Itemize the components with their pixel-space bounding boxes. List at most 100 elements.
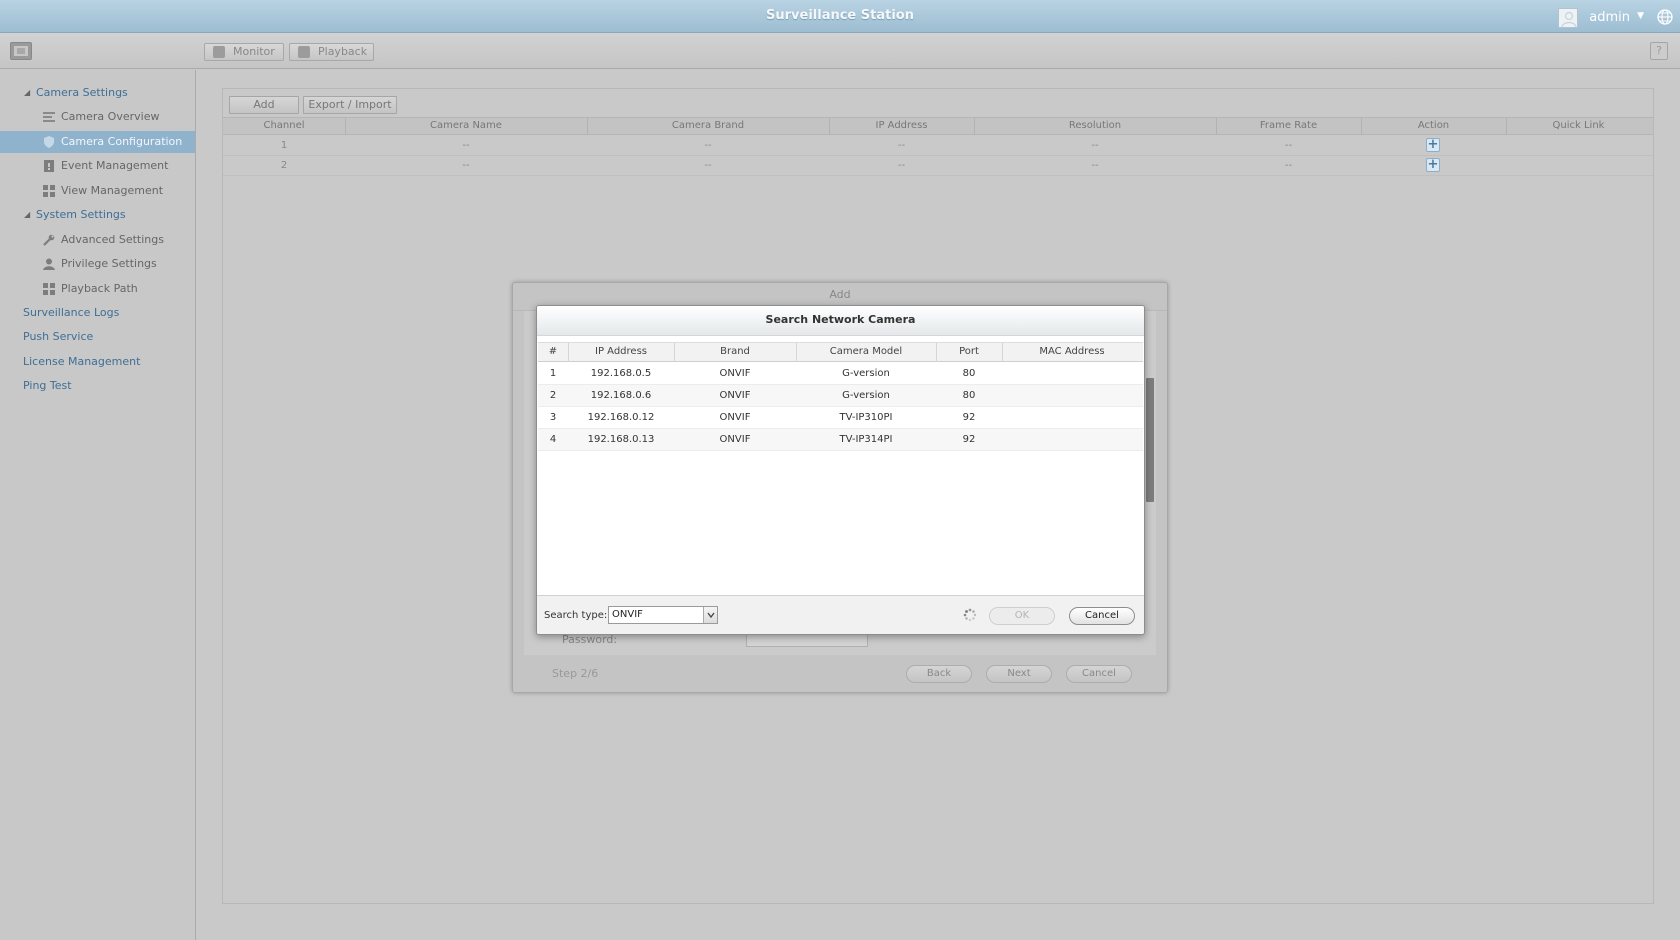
sidebar-item-playback-path[interactable]: Playback Path — [0, 278, 195, 300]
cell-resolution: -- — [1091, 140, 1099, 151]
cell-camera-model: TV-IP314PI — [839, 434, 893, 445]
cell-frame-rate: -- — [1284, 140, 1293, 151]
table-row[interactable]: 1 -- -- -- -- -- + — [223, 136, 1653, 156]
sidebar-item-label: Playback Path — [61, 282, 138, 295]
search-dialog-footer: Search type: ONVIF OK Cancel — [537, 595, 1144, 634]
cell-frame-rate: -- — [1284, 160, 1293, 171]
cell-channel: 1 — [280, 140, 288, 151]
user-menu[interactable]: admin — [1589, 10, 1630, 25]
add-camera-button[interactable]: Add — [229, 96, 299, 114]
cell-ip-address: 192.168.0.12 — [587, 412, 655, 423]
col-quick-link[interactable]: Quick Link — [1506, 120, 1651, 131]
user-icon — [43, 258, 55, 270]
search-table-header: # IP Address Brand Camera Model Port MAC… — [538, 342, 1143, 362]
sidebar-item-license-management[interactable]: License Management — [0, 351, 195, 373]
table-row[interactable]: 4 192.168.0.13 ONVIF TV-IP314PI 92 — [538, 429, 1143, 451]
sidebar-item-advanced-settings[interactable]: Advanced Settings — [0, 229, 195, 251]
playback-button[interactable]: Playback — [289, 43, 374, 61]
sidebar-group-system-settings[interactable]: ◢ System Settings — [0, 204, 195, 226]
col-brand[interactable]: Brand — [674, 346, 796, 357]
chevron-down-icon[interactable]: ▼ — [1637, 11, 1644, 21]
next-button[interactable]: Next — [986, 665, 1052, 683]
monitor-label: Monitor — [233, 45, 275, 58]
event-icon — [44, 160, 54, 172]
search-results-table: # IP Address Brand Camera Model Port MAC… — [538, 336, 1143, 595]
back-button[interactable]: Back — [906, 665, 972, 683]
ok-button[interactable]: OK — [989, 607, 1055, 625]
sidebar-group-camera-settings[interactable]: ◢ Camera Settings — [0, 82, 195, 104]
sidebar-group-label: System Settings — [36, 208, 126, 221]
sidebar-item-label: Camera Configuration — [61, 135, 183, 148]
cell-number: 4 — [549, 434, 557, 445]
search-cancel-button[interactable]: Cancel — [1069, 607, 1135, 625]
cell-number: 3 — [549, 412, 557, 423]
sidebar-item-surveillance-logs[interactable]: Surveillance Logs — [0, 302, 195, 324]
col-port[interactable]: Port — [936, 346, 1002, 357]
col-camera-model[interactable]: Camera Model — [796, 346, 936, 357]
playback-icon — [298, 46, 310, 58]
col-channel[interactable]: Channel — [223, 120, 345, 131]
sidebar-item-camera-overview[interactable]: Camera Overview — [0, 106, 195, 128]
monitor-button[interactable]: Monitor — [204, 43, 284, 61]
table-row[interactable]: 2 192.168.0.6 ONVIF G-version 80 — [538, 385, 1143, 407]
sidebar-item-event-management[interactable]: Event Management — [0, 155, 195, 177]
add-dialog-scrollbar[interactable] — [1146, 378, 1154, 502]
search-dialog-title: Search Network Camera — [537, 306, 1144, 336]
sidebar-item-camera-configuration[interactable]: Camera Configuration — [0, 131, 195, 153]
cell-ip-address: 192.168.0.13 — [587, 434, 655, 445]
sidebar: ◢ Camera Settings Camera Overview Camera… — [0, 70, 196, 940]
cell-brand: ONVIF — [719, 368, 751, 379]
cell-camera-model: G-version — [842, 390, 890, 401]
cell-channel: 2 — [280, 160, 288, 171]
sidebar-item-ping-test[interactable]: Ping Test — [0, 375, 195, 397]
table-row[interactable]: 1 192.168.0.5 ONVIF G-version 80 — [538, 363, 1143, 385]
user-avatar-icon[interactable] — [1558, 8, 1578, 28]
sidebar-group-label: Camera Settings — [36, 86, 128, 99]
add-action-icon[interactable]: + — [1426, 138, 1440, 152]
sidebar-item-label: View Management — [61, 184, 164, 197]
cell-brand: ONVIF — [719, 434, 751, 445]
cell-number: 1 — [549, 368, 557, 379]
list-icon — [43, 112, 55, 122]
col-ip-address[interactable]: IP Address — [829, 120, 974, 131]
search-network-camera-dialog: Search Network Camera # IP Address Brand… — [536, 305, 1145, 635]
title-bar: Surveillance Station admin ▼ — [0, 0, 1680, 33]
col-camera-name[interactable]: Camera Name — [345, 120, 587, 131]
export-import-button[interactable]: Export / Import — [303, 96, 397, 114]
sidebar-item-view-management[interactable]: View Management — [0, 180, 195, 202]
playback-label: Playback — [318, 45, 368, 58]
help-button[interactable]: ? — [1650, 42, 1668, 60]
sidebar-item-label: Camera Overview — [61, 110, 160, 123]
search-type-select[interactable]: ONVIF — [608, 606, 718, 624]
col-frame-rate[interactable]: Frame Rate — [1216, 120, 1361, 131]
step-indicator: Step 2/6 — [552, 667, 599, 680]
col-action[interactable]: Action — [1361, 120, 1506, 131]
cell-brand: ONVIF — [719, 412, 751, 423]
loading-spinner-icon — [963, 608, 977, 622]
globe-icon[interactable] — [1656, 8, 1674, 26]
cell-camera-model: TV-IP310PI — [839, 412, 893, 423]
chevron-down-icon[interactable] — [703, 607, 717, 623]
cell-brand: ONVIF — [719, 390, 751, 401]
expand-triangle-icon: ◢ — [24, 88, 31, 97]
cell-number: 2 — [549, 390, 557, 401]
search-type-label: Search type: — [544, 610, 608, 621]
col-number[interactable]: # — [538, 346, 568, 357]
cell-ip-address: 192.168.0.5 — [590, 368, 652, 379]
app-title: Surveillance Station — [766, 8, 914, 23]
add-cancel-button[interactable]: Cancel — [1066, 665, 1132, 683]
cell-port: 92 — [962, 412, 976, 423]
col-camera-brand[interactable]: Camera Brand — [587, 120, 829, 131]
main-menu-button[interactable] — [10, 42, 32, 60]
table-row[interactable]: 2 -- -- -- -- -- + — [223, 156, 1653, 176]
monitor-icon — [213, 46, 225, 58]
table-row[interactable]: 3 192.168.0.12 ONVIF TV-IP310PI 92 — [538, 407, 1143, 429]
cell-ip-address: -- — [897, 140, 906, 151]
sidebar-item-privilege-settings[interactable]: Privilege Settings — [0, 253, 195, 275]
sidebar-item-push-service[interactable]: Push Service — [0, 326, 195, 348]
expand-triangle-icon: ◢ — [24, 210, 31, 219]
add-action-icon[interactable]: + — [1426, 158, 1440, 172]
col-mac-address[interactable]: MAC Address — [1002, 346, 1142, 357]
col-ip-address[interactable]: IP Address — [568, 346, 674, 357]
col-resolution[interactable]: Resolution — [974, 120, 1216, 131]
